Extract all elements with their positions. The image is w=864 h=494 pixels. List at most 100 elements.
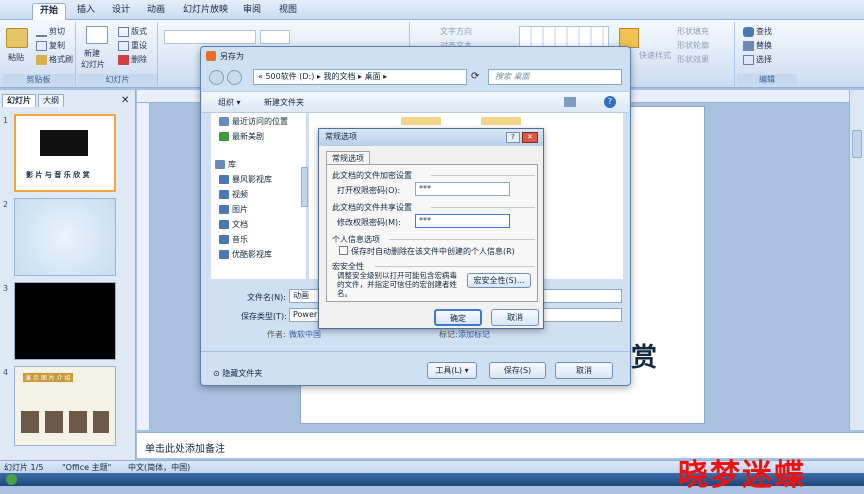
select-button[interactable]: 选择 bbox=[743, 54, 772, 65]
privacy-section-title: 个人信息选项 bbox=[332, 235, 380, 244]
shape-fill-button[interactable]: 形状填充 bbox=[677, 26, 709, 37]
back-icon[interactable] bbox=[209, 70, 224, 85]
format-painter-button[interactable]: 格式刷 bbox=[36, 54, 73, 65]
tab-general-options[interactable]: 常规选项 bbox=[326, 151, 370, 165]
copy-icon bbox=[36, 40, 47, 51]
start-icon[interactable] bbox=[6, 474, 17, 485]
save-button[interactable]: 保存(S) bbox=[489, 362, 546, 379]
powerpoint-icon bbox=[206, 51, 216, 61]
nav-music[interactable]: 音乐 bbox=[219, 234, 248, 245]
binoculars-icon bbox=[743, 26, 754, 37]
slide-thumb-4[interactable]: 演 示 图 片 介 绍 bbox=[14, 366, 116, 446]
library-icon bbox=[215, 160, 225, 169]
cancel-button[interactable]: 取消 bbox=[491, 309, 539, 326]
address-bar[interactable]: « 500软件 (D:) ▸ 我的文档 ▸ 桌面 ▸ bbox=[253, 69, 467, 85]
nav-libraries[interactable]: 库 bbox=[215, 159, 236, 170]
paste-button[interactable]: 粘贴 bbox=[8, 52, 24, 63]
tags-value[interactable]: 添加标记 bbox=[458, 329, 490, 340]
folder-icon bbox=[481, 117, 521, 125]
nav-baofeng-library[interactable]: 暴风影视库 bbox=[219, 174, 272, 185]
quick-styles-button[interactable]: 快速样式 bbox=[639, 50, 671, 61]
collapse-icon: ⊙ bbox=[213, 369, 223, 378]
close-icon[interactable]: ✕ bbox=[121, 95, 129, 106]
forward-icon[interactable] bbox=[227, 70, 242, 85]
font-name-box[interactable] bbox=[164, 30, 256, 44]
slide-thumb-2[interactable] bbox=[14, 198, 116, 276]
tab-animation[interactable]: 动画 bbox=[140, 3, 172, 20]
slides-group: 新建 幻灯片 版式 重设 删除 幻灯片 bbox=[78, 22, 158, 86]
folder-icon bbox=[401, 117, 441, 125]
font-size-box[interactable] bbox=[260, 30, 290, 44]
help-icon[interactable]: ? bbox=[506, 132, 520, 143]
new-slide-icon[interactable] bbox=[86, 26, 108, 44]
tab-review[interactable]: 审阅 bbox=[236, 3, 268, 20]
ok-button[interactable]: 确定 bbox=[434, 309, 482, 326]
search-input[interactable]: 搜索 桌面 bbox=[488, 69, 622, 85]
slide-thumb-3[interactable] bbox=[14, 282, 116, 360]
delete-button[interactable]: 删除 bbox=[118, 54, 147, 65]
navigation-pane: 最近访问的位置 最新美剧 库 暴风影视库 视频 图片 文档 音乐 优酷影视库 bbox=[211, 113, 307, 279]
help-icon[interactable]: ? bbox=[604, 96, 616, 108]
shape-effects-button[interactable]: 形状效果 bbox=[677, 54, 709, 65]
path-segment-desktop[interactable]: 桌面 bbox=[365, 72, 381, 81]
nav-scrollbar[interactable] bbox=[301, 167, 308, 207]
tab-design[interactable]: 设计 bbox=[105, 3, 137, 20]
tools-button[interactable]: 工具(L) ▾ bbox=[427, 362, 477, 379]
privacy-checkbox[interactable] bbox=[339, 246, 348, 255]
scroll-thumb[interactable] bbox=[852, 130, 862, 158]
tab-slideshow[interactable]: 幻灯片放映 bbox=[176, 3, 235, 20]
dialog-title: 另存为 bbox=[220, 52, 244, 61]
path-segment-drive[interactable]: 500软件 (D:) bbox=[265, 72, 314, 81]
cancel-button[interactable]: 取消 bbox=[555, 362, 613, 379]
path-segment-documents[interactable]: 我的文档 bbox=[323, 72, 355, 81]
paste-icon[interactable] bbox=[6, 28, 28, 48]
nav-recent-places[interactable]: 最近访问的位置 bbox=[219, 116, 288, 127]
shape-outline-button[interactable]: 形状轮廓 bbox=[677, 40, 709, 51]
tab-home[interactable]: 开始 bbox=[32, 3, 67, 20]
hide-folders-toggle[interactable]: ⊙ 隐藏文件夹 bbox=[213, 368, 262, 379]
modify-password-input[interactable]: *** bbox=[415, 214, 510, 228]
tab-view[interactable]: 视图 bbox=[272, 3, 304, 20]
new-slide-label-2[interactable]: 幻灯片 bbox=[81, 59, 105, 70]
nav-videos[interactable]: 视频 bbox=[219, 189, 248, 200]
new-folder-button[interactable]: 新建文件夹 bbox=[264, 97, 304, 108]
tab-outline-panel[interactable]: 大纲 bbox=[38, 94, 64, 107]
folder-icon bbox=[219, 250, 229, 259]
tab-insert[interactable]: 插入 bbox=[70, 3, 102, 20]
cut-button[interactable]: 剪切 bbox=[36, 26, 65, 37]
new-slide-label[interactable]: 新建 bbox=[84, 48, 100, 59]
organize-button[interactable]: 组织 ▾ bbox=[218, 97, 241, 108]
vertical-scrollbar[interactable] bbox=[849, 90, 864, 430]
open-password-input[interactable]: *** bbox=[415, 182, 510, 196]
copy-button[interactable]: 复制 bbox=[36, 40, 65, 51]
layout-button[interactable]: 版式 bbox=[118, 26, 147, 37]
macro-security-button[interactable]: 宏安全性(S)... bbox=[467, 273, 531, 288]
tab-slides-panel[interactable]: 幻灯片 bbox=[2, 94, 36, 107]
reset-button[interactable]: 重设 bbox=[118, 40, 147, 51]
slide-title: 影 片 与 音 乐 欣 赏 bbox=[26, 171, 90, 179]
folder-icon bbox=[219, 175, 229, 184]
find-button[interactable]: 查找 bbox=[743, 26, 772, 37]
nav-latest-series[interactable]: 最新美剧 bbox=[219, 131, 264, 142]
author-value[interactable]: 微软中国 bbox=[289, 329, 321, 340]
nav-item-label: 视频 bbox=[232, 190, 248, 199]
text-direction-button[interactable]: 文字方向 bbox=[440, 26, 472, 37]
slide-thumb-1[interactable]: 影 片 与 音 乐 欣 赏 bbox=[14, 114, 116, 192]
close-icon[interactable]: ✕ bbox=[522, 132, 538, 143]
general-options-dialog: 常规选项 ? ✕ 常规选项 此文档的文件加密设置 打开权限密码(O): *** … bbox=[318, 128, 544, 329]
divider bbox=[389, 239, 535, 240]
hide-folders-label: 隐藏文件夹 bbox=[222, 369, 263, 378]
tools-label: 工具(L) bbox=[435, 366, 463, 375]
nav-documents[interactable]: 文档 bbox=[219, 219, 248, 230]
dialog-toolbar: 组织 ▾ 新建文件夹 ? bbox=[202, 91, 629, 113]
arrange-icon[interactable] bbox=[619, 28, 639, 48]
refresh-icon[interactable]: ⟳ bbox=[471, 71, 479, 82]
author-label: 作者: bbox=[267, 330, 286, 339]
nav-youku-library[interactable]: 优酷影视库 bbox=[219, 249, 272, 260]
nav-pictures[interactable]: 图片 bbox=[219, 204, 248, 215]
view-icon[interactable] bbox=[564, 97, 576, 107]
replace-button[interactable]: 替换 bbox=[743, 40, 772, 51]
slides-group-label: 幻灯片 bbox=[78, 74, 157, 85]
privacy-checkbox-label: 保存时自动删除在该文件中创建的个人信息(R) bbox=[351, 247, 515, 256]
slide-number: 2 bbox=[3, 200, 9, 209]
